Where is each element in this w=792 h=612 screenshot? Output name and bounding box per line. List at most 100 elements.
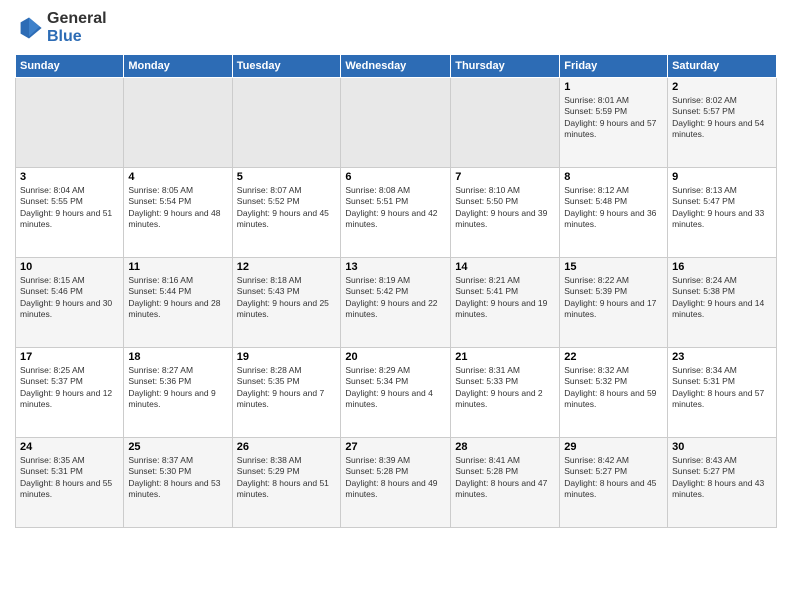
calendar-cell: 17 Sunrise: 8:25 AM Sunset: 5:37 PM Dayli…	[16, 348, 124, 438]
day-number: 5	[237, 171, 337, 183]
weekday-wednesday: Wednesday	[341, 55, 451, 78]
day-info: Sunrise: 8:05 AM Sunset: 5:54 PM Dayligh…	[128, 185, 227, 231]
day-info: Sunrise: 8:16 AM Sunset: 5:44 PM Dayligh…	[128, 275, 227, 321]
calendar-cell: 9 Sunrise: 8:13 AM Sunset: 5:47 PM Daylig…	[668, 168, 777, 258]
week-row-2: 3 Sunrise: 8:04 AM Sunset: 5:55 PM Daylig…	[16, 168, 777, 258]
weekday-thursday: Thursday	[451, 55, 560, 78]
day-info: Sunrise: 8:29 AM Sunset: 5:34 PM Dayligh…	[345, 365, 446, 411]
day-number: 21	[455, 351, 555, 363]
day-info: Sunrise: 8:02 AM Sunset: 5:57 PM Dayligh…	[672, 95, 772, 141]
day-number: 3	[20, 171, 119, 183]
weekday-header-row: SundayMondayTuesdayWednesdayThursdayFrid…	[16, 55, 777, 78]
logo-icon	[15, 14, 43, 42]
calendar: SundayMondayTuesdayWednesdayThursdayFrid…	[15, 54, 777, 528]
day-info: Sunrise: 8:39 AM Sunset: 5:28 PM Dayligh…	[345, 455, 446, 501]
day-number: 8	[564, 171, 663, 183]
calendar-cell: 12 Sunrise: 8:18 AM Sunset: 5:43 PM Dayli…	[232, 258, 341, 348]
week-row-3: 10 Sunrise: 8:15 AM Sunset: 5:46 PM Dayli…	[16, 258, 777, 348]
day-number: 23	[672, 351, 772, 363]
day-number: 14	[455, 261, 555, 273]
weekday-tuesday: Tuesday	[232, 55, 341, 78]
calendar-cell: 16 Sunrise: 8:24 AM Sunset: 5:38 PM Dayli…	[668, 258, 777, 348]
week-row-5: 24Sunrise: 8:35 AM Sunset: 5:31 PM Dayli…	[16, 438, 777, 528]
day-number: 27	[345, 441, 446, 453]
day-number: 29	[564, 441, 663, 453]
calendar-cell: 27 Sunrise: 8:39 AM Sunset: 5:28 PM Dayli…	[341, 438, 451, 528]
day-number: 1	[564, 81, 663, 93]
day-number: 12	[237, 261, 337, 273]
weekday-saturday: Saturday	[668, 55, 777, 78]
day-number: 22	[564, 351, 663, 363]
calendar-cell	[451, 78, 560, 168]
day-info: Sunrise: 8:31 AM Sunset: 5:33 PM Dayligh…	[455, 365, 555, 411]
calendar-cell	[124, 78, 232, 168]
day-info: Sunrise: 8:27 AM Sunset: 5:36 PM Dayligh…	[128, 365, 227, 411]
day-info: Sunrise: 8:12 AM Sunset: 5:48 PM Dayligh…	[564, 185, 663, 231]
calendar-cell	[232, 78, 341, 168]
calendar-cell	[341, 78, 451, 168]
day-info: Sunrise: 8:38 AM Sunset: 5:29 PM Dayligh…	[237, 455, 337, 501]
day-info: Sunrise: 8:08 AM Sunset: 5:51 PM Dayligh…	[345, 185, 446, 231]
day-info: Sunrise: 8:22 AM Sunset: 5:39 PM Dayligh…	[564, 275, 663, 321]
weekday-monday: Monday	[124, 55, 232, 78]
day-info: Sunrise: 8:15 AM Sunset: 5:46 PM Dayligh…	[20, 275, 119, 321]
day-number: 10	[20, 261, 119, 273]
calendar-cell: 4Sunrise: 8:05 AM Sunset: 5:54 PM Daylig…	[124, 168, 232, 258]
calendar-cell: 1 Sunrise: 8:01 AM Sunset: 5:59 PM Daylig…	[560, 78, 668, 168]
day-number: 19	[237, 351, 337, 363]
logo-text: General Blue	[47, 10, 107, 46]
day-number: 15	[564, 261, 663, 273]
day-info: Sunrise: 8:21 AM Sunset: 5:41 PM Dayligh…	[455, 275, 555, 321]
calendar-cell: 26 Sunrise: 8:38 AM Sunset: 5:29 PM Dayli…	[232, 438, 341, 528]
day-number: 6	[345, 171, 446, 183]
calendar-cell: 23 Sunrise: 8:34 AM Sunset: 5:31 PM Dayli…	[668, 348, 777, 438]
day-info: Sunrise: 8:41 AM Sunset: 5:28 PM Dayligh…	[455, 455, 555, 501]
calendar-cell: 14 Sunrise: 8:21 AM Sunset: 5:41 PM Dayli…	[451, 258, 560, 348]
day-info: Sunrise: 8:24 AM Sunset: 5:38 PM Dayligh…	[672, 275, 772, 321]
day-info: Sunrise: 8:19 AM Sunset: 5:42 PM Dayligh…	[345, 275, 446, 321]
day-number: 11	[128, 261, 227, 273]
day-number: 13	[345, 261, 446, 273]
day-info: Sunrise: 8:37 AM Sunset: 5:30 PM Dayligh…	[128, 455, 227, 501]
day-number: 18	[128, 351, 227, 363]
day-info: Sunrise: 8:01 AM Sunset: 5:59 PM Dayligh…	[564, 95, 663, 141]
calendar-cell: 6 Sunrise: 8:08 AM Sunset: 5:51 PM Daylig…	[341, 168, 451, 258]
day-number: 20	[345, 351, 446, 363]
day-number: 25	[128, 441, 227, 453]
day-number: 30	[672, 441, 772, 453]
weekday-sunday: Sunday	[16, 55, 124, 78]
day-number: 17	[20, 351, 119, 363]
day-info: Sunrise: 8:13 AM Sunset: 5:47 PM Dayligh…	[672, 185, 772, 231]
day-number: 26	[237, 441, 337, 453]
day-info: Sunrise: 8:32 AM Sunset: 5:32 PM Dayligh…	[564, 365, 663, 411]
day-number: 24	[20, 441, 119, 453]
calendar-cell: 24Sunrise: 8:35 AM Sunset: 5:31 PM Dayli…	[16, 438, 124, 528]
calendar-cell: 22 Sunrise: 8:32 AM Sunset: 5:32 PM Dayli…	[560, 348, 668, 438]
calendar-cell: 3 Sunrise: 8:04 AM Sunset: 5:55 PM Daylig…	[16, 168, 124, 258]
header: General Blue	[15, 10, 777, 46]
calendar-cell: 28 Sunrise: 8:41 AM Sunset: 5:28 PM Dayli…	[451, 438, 560, 528]
calendar-cell: 29Sunrise: 8:42 AM Sunset: 5:27 PM Dayli…	[560, 438, 668, 528]
calendar-cell	[16, 78, 124, 168]
weekday-friday: Friday	[560, 55, 668, 78]
day-info: Sunrise: 8:34 AM Sunset: 5:31 PM Dayligh…	[672, 365, 772, 411]
day-info: Sunrise: 8:10 AM Sunset: 5:50 PM Dayligh…	[455, 185, 555, 231]
day-info: Sunrise: 8:25 AM Sunset: 5:37 PM Dayligh…	[20, 365, 119, 411]
calendar-cell: 8 Sunrise: 8:12 AM Sunset: 5:48 PM Daylig…	[560, 168, 668, 258]
week-row-1: 1 Sunrise: 8:01 AM Sunset: 5:59 PM Daylig…	[16, 78, 777, 168]
calendar-cell: 2 Sunrise: 8:02 AM Sunset: 5:57 PM Daylig…	[668, 78, 777, 168]
day-info: Sunrise: 8:04 AM Sunset: 5:55 PM Dayligh…	[20, 185, 119, 231]
calendar-cell: 20 Sunrise: 8:29 AM Sunset: 5:34 PM Dayli…	[341, 348, 451, 438]
calendar-cell: 19Sunrise: 8:28 AM Sunset: 5:35 PM Dayli…	[232, 348, 341, 438]
day-number: 28	[455, 441, 555, 453]
day-number: 2	[672, 81, 772, 93]
calendar-cell: 10 Sunrise: 8:15 AM Sunset: 5:46 PM Dayli…	[16, 258, 124, 348]
logo: General Blue	[15, 10, 107, 46]
day-number: 7	[455, 171, 555, 183]
day-number: 16	[672, 261, 772, 273]
day-number: 9	[672, 171, 772, 183]
calendar-cell: 11 Sunrise: 8:16 AM Sunset: 5:44 PM Dayli…	[124, 258, 232, 348]
day-info: Sunrise: 8:18 AM Sunset: 5:43 PM Dayligh…	[237, 275, 337, 321]
calendar-cell: 21 Sunrise: 8:31 AM Sunset: 5:33 PM Dayli…	[451, 348, 560, 438]
calendar-cell: 30Sunrise: 8:43 AM Sunset: 5:27 PM Dayli…	[668, 438, 777, 528]
